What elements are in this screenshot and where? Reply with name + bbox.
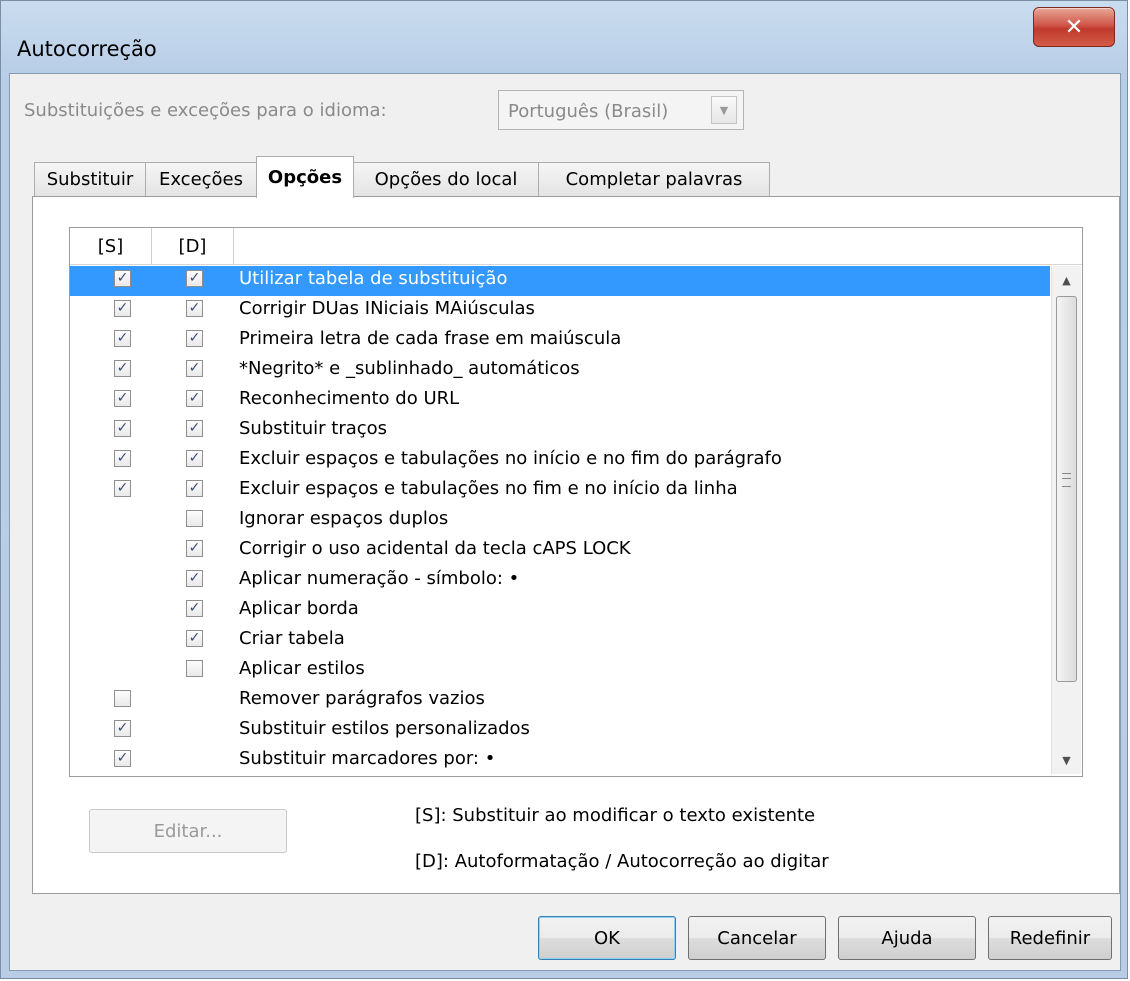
scroll-up-icon[interactable]: ▲ xyxy=(1052,266,1081,294)
list-item[interactable]: ✓ ✓ Excluir espaços e tabulações no fim e … xyxy=(70,476,1050,506)
option-label: Remover parágrafos vazios xyxy=(239,688,485,709)
column-header-option[interactable] xyxy=(234,228,1082,264)
legend-d-text: [D]: Autoformatação / Autocorreção ao di… xyxy=(415,851,829,872)
dialog-title: Autocorreção xyxy=(17,37,157,61)
list-scrollbar[interactable]: ▲ ▼ xyxy=(1051,266,1081,774)
option-label: Substituir traços xyxy=(239,418,388,439)
checkbox-s[interactable]: ✓ xyxy=(114,420,131,437)
checkbox-d[interactable]: ✓ xyxy=(186,480,203,497)
checkbox-d[interactable] xyxy=(186,660,203,677)
option-label: Ignorar espaços duplos xyxy=(239,508,449,529)
list-item[interactable]: ✓ Corrigir o uso acidental da tecla cAPS … xyxy=(70,536,1050,566)
list-item[interactable]: ✓ ✓ Primeira letra de cada frase em maiúsc… xyxy=(70,326,1050,356)
option-label: Excluir espaços e tabulações no fim e no… xyxy=(239,478,738,499)
reset-button[interactable]: Redefinir xyxy=(988,916,1112,960)
checkbox-s[interactable]: ✓ xyxy=(114,720,131,737)
checkbox-d[interactable] xyxy=(186,510,203,527)
checkbox-s[interactable]: ✓ xyxy=(114,480,131,497)
tab-excecoes[interactable]: Exceções xyxy=(145,162,257,196)
tab-completar-palavras[interactable]: Completar palavras xyxy=(538,162,770,196)
column-header-s[interactable]: [S] xyxy=(70,228,152,264)
option-label: Substituir estilos personalizados xyxy=(239,718,530,739)
checkbox-s[interactable]: ✓ xyxy=(114,300,131,317)
list-item[interactable]: Aplicar estilos xyxy=(70,656,1050,686)
edit-button[interactable]: Editar... xyxy=(89,809,287,853)
help-button[interactable]: Ajuda xyxy=(838,916,976,960)
list-item[interactable]: ✓ ✓ Excluir espaços e tabulações no início… xyxy=(70,446,1050,476)
chevron-down-icon[interactable]: ▼ xyxy=(711,96,737,124)
checkbox-s[interactable]: ✓ xyxy=(114,750,131,767)
scroll-down-icon[interactable]: ▼ xyxy=(1052,746,1081,774)
scrollbar-thumb[interactable] xyxy=(1056,296,1077,682)
checkbox-s[interactable] xyxy=(114,690,131,707)
checkbox-d[interactable]: ✓ xyxy=(186,450,203,467)
options-list: [S] [D] ✓ ✓ Utilizar tabela de substituiçã… xyxy=(69,227,1083,777)
close-button[interactable]: ✕ xyxy=(1033,7,1115,47)
option-label: Corrigir o uso acidental da tecla cAPS L… xyxy=(239,538,631,559)
list-item[interactable]: Remover parágrafos vazios xyxy=(70,686,1050,716)
options-list-header: [S] [D] xyxy=(70,228,1082,265)
language-select-value: Português (Brasil) xyxy=(508,101,669,122)
checkbox-d[interactable]: ✓ xyxy=(186,570,203,587)
checkbox-s[interactable]: ✓ xyxy=(114,390,131,407)
checkbox-d[interactable]: ✓ xyxy=(186,270,203,287)
options-tab-panel: [S] [D] ✓ ✓ Utilizar tabela de substituiçã… xyxy=(32,196,1120,894)
language-label: Substituições e exceções para o idioma: xyxy=(24,100,387,121)
list-item[interactable]: ✓ Criar tabela xyxy=(70,626,1050,656)
checkbox-d[interactable]: ✓ xyxy=(186,540,203,557)
checkbox-s[interactable]: ✓ xyxy=(114,450,131,467)
checkbox-d[interactable]: ✓ xyxy=(186,600,203,617)
cancel-button[interactable]: Cancelar xyxy=(688,916,826,960)
tab-opcoes-do-local[interactable]: Opções do local xyxy=(353,162,539,196)
ok-button[interactable]: OK xyxy=(538,916,676,960)
option-label: Substituir marcadores por: • xyxy=(239,748,496,769)
tab-opcoes[interactable]: Opções xyxy=(256,156,354,198)
checkbox-s[interactable]: ✓ xyxy=(114,330,131,347)
option-label: Excluir espaços e tabulações no início e… xyxy=(239,448,782,469)
option-label: Aplicar borda xyxy=(239,598,359,619)
autocorrect-dialog: Autocorreção ✕ Substituições e exceções … xyxy=(0,0,1128,979)
list-item[interactable]: Ignorar espaços duplos xyxy=(70,506,1050,536)
option-label: Criar tabela xyxy=(239,628,345,649)
checkbox-s[interactable]: ✓ xyxy=(114,360,131,377)
checkbox-d[interactable]: ✓ xyxy=(186,360,203,377)
list-item[interactable]: ✓ ✓ Substituir traços xyxy=(70,416,1050,446)
list-item[interactable]: ✓ ✓ Corrigir DUas INiciais MAiúsculas xyxy=(70,296,1050,326)
list-item[interactable]: ✓ ✓ Utilizar tabela de substituição xyxy=(70,266,1050,296)
close-icon: ✕ xyxy=(1064,14,1084,40)
checkbox-d[interactable]: ✓ xyxy=(186,330,203,347)
option-label: Aplicar estilos xyxy=(239,658,365,679)
option-label: Aplicar numeração - símbolo: • xyxy=(239,568,520,589)
list-item[interactable]: ✓ Substituir marcadores por: • xyxy=(70,746,1050,776)
option-label: Utilizar tabela de substituição xyxy=(239,268,508,289)
checkbox-d[interactable]: ✓ xyxy=(186,420,203,437)
grip-icon xyxy=(1062,473,1071,487)
legend-s-text: [S]: Substituir ao modificar o texto exi… xyxy=(415,805,816,826)
list-item[interactable]: ✓ Aplicar borda xyxy=(70,596,1050,626)
option-label: Corrigir DUas INiciais MAiúsculas xyxy=(239,298,535,319)
checkbox-d[interactable]: ✓ xyxy=(186,390,203,407)
dialog-body: Substituições e exceções para o idioma: … xyxy=(9,73,1121,971)
list-item[interactable]: ✓ ✓ *Negrito* e _sublinhado_ automáticos xyxy=(70,356,1050,386)
options-rows: ✓ ✓ Utilizar tabela de substituição ✓ ✓ Corri… xyxy=(70,266,1050,776)
column-header-d[interactable]: [D] xyxy=(152,228,234,264)
option-label: Reconhecimento do URL xyxy=(239,388,460,409)
title-bar: Autocorreção ✕ xyxy=(1,1,1127,73)
checkbox-s[interactable]: ✓ xyxy=(114,270,131,287)
list-item[interactable]: ✓ Aplicar numeração - símbolo: • xyxy=(70,566,1050,596)
language-select[interactable]: Português (Brasil) ▼ xyxy=(498,90,744,130)
list-item[interactable]: ✓ Substituir estilos personalizados xyxy=(70,716,1050,746)
list-item[interactable]: ✓ ✓ Reconhecimento do URL xyxy=(70,386,1050,416)
tab-substituir[interactable]: Substituir xyxy=(34,162,146,196)
checkbox-d[interactable]: ✓ xyxy=(186,300,203,317)
checkbox-d[interactable]: ✓ xyxy=(186,630,203,647)
option-label: Primeira letra de cada frase em maiúscul… xyxy=(239,328,622,349)
option-label: *Negrito* e _sublinhado_ automáticos xyxy=(239,358,580,379)
